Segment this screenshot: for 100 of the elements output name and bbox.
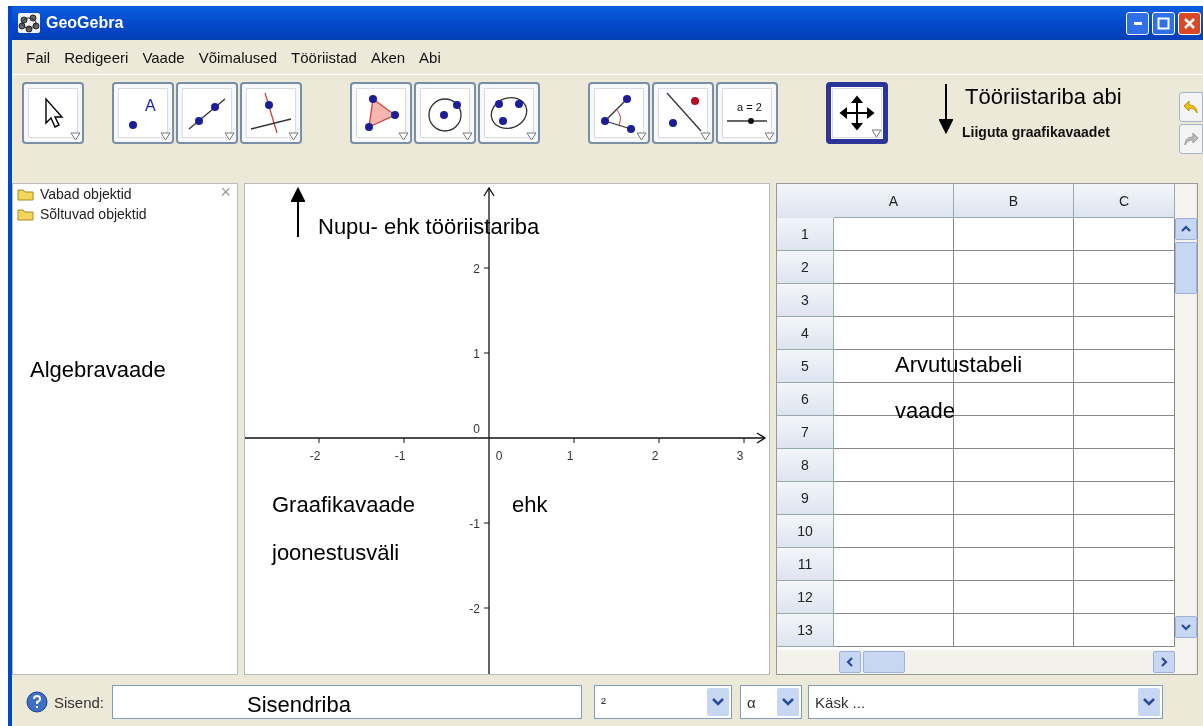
dropdown-triangle-icon (764, 132, 775, 141)
table-cell[interactable] (1074, 515, 1175, 548)
table-cell[interactable] (954, 383, 1074, 416)
row-header[interactable]: 7 (777, 416, 834, 449)
table-cell[interactable] (1074, 449, 1175, 482)
dropdown-arrow-button[interactable] (1138, 688, 1161, 716)
table-cell[interactable] (954, 548, 1074, 581)
scroll-left-button[interactable] (839, 651, 861, 673)
table-cell[interactable] (834, 449, 954, 482)
table-cell[interactable] (954, 218, 1074, 251)
app-logo-icon (18, 13, 40, 33)
tool-button[interactable] (652, 82, 714, 144)
folder-label[interactable]: Vabad objektid (40, 186, 132, 202)
maximize-button[interactable] (1152, 11, 1175, 35)
tool-button[interactable] (588, 82, 650, 144)
tool-button[interactable] (22, 82, 84, 144)
menu-item[interactable]: Aken (364, 48, 414, 66)
table-cell[interactable] (1074, 581, 1175, 614)
table-cell[interactable] (834, 614, 954, 647)
tool-button[interactable]: a = 2 (716, 82, 778, 144)
table-cell[interactable] (1074, 614, 1175, 647)
menu-item[interactable]: Vaade (136, 48, 193, 66)
row-header[interactable]: 11 (777, 548, 834, 581)
table-cell[interactable] (834, 218, 954, 251)
column-header[interactable]: B (954, 184, 1074, 218)
column-header[interactable]: C (1074, 184, 1175, 218)
tick-label: 3 (736, 449, 744, 463)
dropdown-arrow-button[interactable] (707, 688, 730, 716)
table-cell[interactable] (1074, 350, 1175, 383)
table-cell[interactable] (1074, 284, 1175, 317)
table-cell[interactable] (1074, 218, 1175, 251)
annotation-text: ehk (512, 492, 548, 518)
table-cell[interactable] (834, 416, 954, 449)
table-cell[interactable] (954, 251, 1074, 284)
row-header[interactable]: 6 (777, 383, 834, 416)
tool-button[interactable] (414, 82, 476, 144)
table-cell[interactable] (834, 515, 954, 548)
table-cell[interactable] (834, 581, 954, 614)
tool-button[interactable] (478, 82, 540, 144)
folder-label[interactable]: Sõltuvad objektid (40, 206, 147, 222)
table-cell[interactable] (954, 449, 1074, 482)
row-header[interactable]: 2 (777, 251, 834, 284)
row-header[interactable]: 13 (777, 614, 834, 647)
table-cell[interactable] (954, 416, 1074, 449)
table-cell[interactable] (954, 515, 1074, 548)
menu-item[interactable]: Abi (413, 48, 449, 66)
table-cell[interactable] (954, 614, 1074, 647)
table-cell[interactable] (1074, 383, 1175, 416)
table-cell[interactable] (954, 284, 1074, 317)
row-header[interactable]: 3 (777, 284, 834, 317)
row-header[interactable]: 12 (777, 581, 834, 614)
close-button[interactable] (1178, 11, 1201, 35)
table-cell[interactable] (1074, 416, 1175, 449)
scroll-right-button[interactable] (1153, 651, 1175, 673)
column-header[interactable]: A (834, 184, 954, 218)
scroll-up-button[interactable] (1175, 218, 1197, 240)
table-cell[interactable] (834, 482, 954, 515)
tool-button[interactable] (826, 82, 888, 144)
redo-button[interactable] (1179, 124, 1203, 154)
table-cell[interactable] (954, 581, 1074, 614)
table-cell[interactable] (834, 317, 954, 350)
menu-item[interactable]: Fail (20, 48, 59, 66)
menu-item[interactable]: Tööriistad (285, 48, 365, 66)
input-field[interactable] (112, 685, 583, 719)
table-cell[interactable] (834, 284, 954, 317)
row-header[interactable]: 1 (777, 218, 834, 251)
dropdown-arrow-button[interactable] (777, 688, 800, 716)
row-header[interactable]: 5 (777, 350, 834, 383)
caret-icon (712, 697, 725, 707)
caret-icon (782, 697, 795, 707)
table-cell[interactable] (834, 251, 954, 284)
annotation-arrow (939, 84, 953, 134)
scrollbar-thumb[interactable] (863, 651, 905, 673)
symbol-dropdown[interactable]: ² (594, 685, 733, 719)
scrollbar-thumb[interactable] (1175, 242, 1197, 294)
menu-item[interactable]: Redigeeri (58, 48, 137, 66)
tool-button[interactable]: A (112, 82, 174, 144)
tool-button[interactable] (350, 82, 412, 144)
command-dropdown[interactable]: Käsk ... (808, 685, 1164, 719)
table-cell[interactable] (954, 317, 1074, 350)
table-cell[interactable] (1074, 317, 1175, 350)
help-icon[interactable] (26, 691, 48, 713)
greek-letter-dropdown[interactable]: α (740, 685, 803, 719)
row-header[interactable]: 4 (777, 317, 834, 350)
menu-item[interactable]: Võimalused (192, 48, 286, 66)
row-header[interactable]: 8 (777, 449, 834, 482)
row-header[interactable]: 9 (777, 482, 834, 515)
minimize-button[interactable] (1126, 11, 1149, 35)
undo-button[interactable] (1179, 92, 1203, 122)
table-cell[interactable] (834, 383, 954, 416)
scroll-down-button[interactable] (1175, 616, 1197, 638)
folder-icon (17, 207, 34, 221)
tool-button[interactable] (176, 82, 238, 144)
row-header[interactable]: 10 (777, 515, 834, 548)
table-cell[interactable] (834, 548, 954, 581)
table-cell[interactable] (1074, 482, 1175, 515)
table-cell[interactable] (954, 482, 1074, 515)
tool-button[interactable] (240, 82, 302, 144)
table-cell[interactable] (1074, 251, 1175, 284)
table-cell[interactable] (1074, 548, 1175, 581)
